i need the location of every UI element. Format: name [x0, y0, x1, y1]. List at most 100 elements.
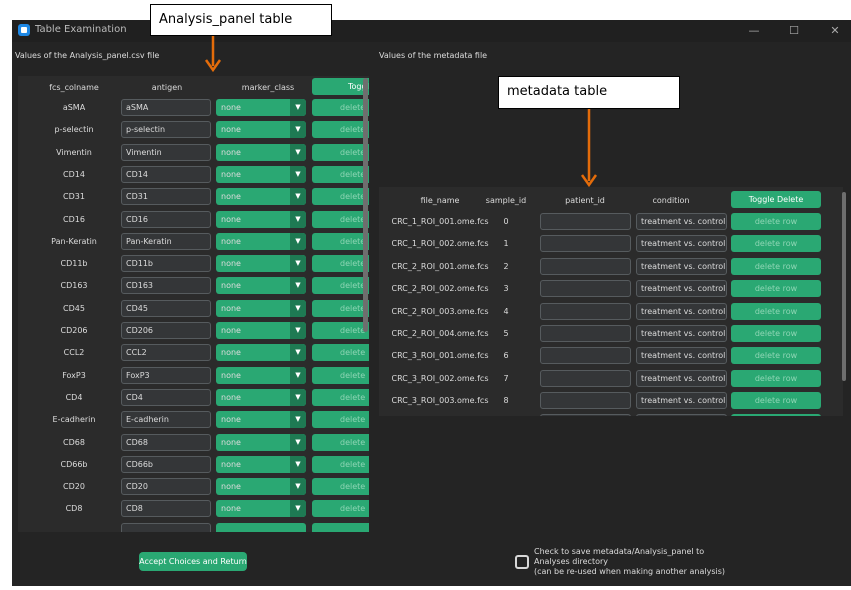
marker-class-dropdown[interactable]: none ▼ — [216, 299, 306, 317]
delete-row-button[interactable]: delete — [312, 210, 369, 228]
condition-entry[interactable]: treatment vs. control — [636, 213, 727, 230]
delete-row-button[interactable]: delete — [312, 344, 369, 362]
toggle-delete-button[interactable]: Toggle — [312, 78, 369, 95]
delete-row-button[interactable]: delete — [312, 277, 369, 295]
delete-row-button[interactable] — [731, 414, 821, 416]
marker-class-dropdown[interactable] — [216, 523, 306, 532]
condition-entry[interactable]: treatment vs. control — [636, 347, 727, 365]
antigen-entry[interactable]: CD20 — [121, 478, 211, 496]
marker-class-dropdown[interactable]: none ▼ — [216, 455, 306, 473]
delete-row-button[interactable]: delete row — [731, 213, 821, 230]
antigen-entry[interactable]: Vimentin — [121, 143, 211, 161]
marker-class-dropdown[interactable]: none ▼ — [216, 188, 306, 206]
antigen-entry[interactable]: CD68 — [121, 433, 211, 451]
condition-entry[interactable] — [636, 414, 727, 416]
delete-row-button[interactable]: delete — [312, 165, 369, 183]
maximize-button[interactable]: ☐ — [785, 22, 803, 39]
delete-row-button[interactable]: delete row — [731, 280, 821, 298]
patient-id-entry[interactable] — [540, 257, 631, 275]
condition-entry[interactable]: treatment vs. control — [636, 257, 727, 275]
condition-entry[interactable]: treatment vs. control — [636, 280, 727, 298]
patient-id-entry[interactable] — [540, 325, 631, 342]
analysis-panel-scrollbar[interactable] — [363, 78, 368, 332]
marker-class-dropdown[interactable]: none ▼ — [216, 322, 306, 339]
patient-id-entry[interactable] — [540, 414, 631, 416]
delete-row-button[interactable]: delete row — [731, 302, 821, 320]
marker-class-dropdown[interactable]: none ▼ — [216, 210, 306, 228]
marker-class-dropdown[interactable]: none ▼ — [216, 277, 306, 295]
patient-id-entry[interactable] — [540, 302, 631, 320]
delete-row-button[interactable]: delete — [312, 433, 369, 451]
patient-id-entry[interactable] — [540, 347, 631, 365]
condition-entry[interactable]: treatment vs. control — [636, 392, 727, 410]
delete-row-button[interactable]: delete — [312, 232, 369, 250]
delete-row-button[interactable]: delete row — [731, 235, 821, 253]
antigen-entry[interactable]: CD163 — [121, 277, 211, 295]
antigen-entry[interactable]: CCL2 — [121, 344, 211, 362]
antigen-entry[interactable]: CD14 — [121, 165, 211, 183]
antigen-entry[interactable]: p-selectin — [121, 121, 211, 139]
marker-class-dropdown[interactable]: none ▼ — [216, 500, 306, 518]
marker-class-dropdown[interactable]: none ▼ — [216, 344, 306, 362]
marker-class-dropdown[interactable]: none ▼ — [216, 121, 306, 139]
chevron-down-icon: ▼ — [290, 344, 306, 362]
accept-choices-button[interactable]: Accept Choices and Return — [139, 552, 247, 571]
delete-row-button[interactable]: delete — [312, 121, 369, 139]
delete-row-button[interactable]: delete — [312, 188, 369, 206]
delete-row-button[interactable]: delete — [312, 500, 369, 518]
antigen-entry[interactable]: aSMA — [121, 99, 211, 116]
delete-row-button[interactable]: delete row — [731, 257, 821, 275]
delete-row-button[interactable]: delete — [312, 99, 369, 116]
antigen-entry[interactable]: Pan-Keratin — [121, 232, 211, 250]
delete-row-button[interactable]: delete — [312, 255, 369, 273]
toggle-delete-button[interactable]: Toggle Delete — [731, 191, 821, 208]
delete-row-button[interactable]: delete — [312, 388, 369, 406]
minimize-button[interactable]: — — [745, 22, 763, 39]
marker-class-dropdown[interactable]: none ▼ — [216, 165, 306, 183]
delete-row-button[interactable]: delete — [312, 478, 369, 496]
antigen-entry[interactable]: CD45 — [121, 299, 211, 317]
delete-row-button[interactable]: delete — [312, 143, 369, 161]
save-to-analyses-checkbox[interactable] — [515, 555, 529, 569]
patient-id-entry[interactable] — [540, 392, 631, 410]
delete-row-button[interactable]: delete — [312, 455, 369, 473]
marker-class-dropdown[interactable]: none ▼ — [216, 143, 306, 161]
delete-row-button[interactable]: delete row — [731, 392, 821, 410]
condition-entry[interactable]: treatment vs. control — [636, 369, 727, 387]
antigen-entry[interactable]: CD11b — [121, 255, 211, 273]
condition-entry[interactable]: treatment vs. control — [636, 235, 727, 253]
antigen-entry[interactable]: E-cadherin — [121, 411, 211, 429]
delete-row-button[interactable]: delete — [312, 411, 369, 429]
delete-row-button[interactable]: delete — [312, 322, 369, 339]
antigen-entry[interactable]: CD16 — [121, 210, 211, 228]
antigen-entry[interactable]: CD66b — [121, 455, 211, 473]
marker-class-dropdown[interactable]: none ▼ — [216, 388, 306, 406]
antigen-entry[interactable]: CD4 — [121, 388, 211, 406]
delete-row-button[interactable] — [312, 523, 369, 532]
antigen-entry[interactable] — [121, 523, 211, 532]
marker-class-dropdown[interactable]: none ▼ — [216, 478, 306, 496]
close-button[interactable]: ✕ — [826, 22, 844, 39]
marker-class-dropdown[interactable]: none ▼ — [216, 99, 306, 116]
delete-row-button[interactable]: delete row — [731, 325, 821, 342]
patient-id-entry[interactable] — [540, 280, 631, 298]
delete-row-button[interactable]: delete row — [731, 347, 821, 365]
delete-row-button[interactable]: delete — [312, 299, 369, 317]
patient-id-entry[interactable] — [540, 369, 631, 387]
condition-entry[interactable]: treatment vs. control — [636, 302, 727, 320]
marker-class-dropdown[interactable]: none ▼ — [216, 232, 306, 250]
antigen-entry[interactable]: CD8 — [121, 500, 211, 518]
marker-class-dropdown[interactable]: none ▼ — [216, 433, 306, 451]
antigen-entry[interactable]: CD31 — [121, 188, 211, 206]
antigen-entry[interactable]: FoxP3 — [121, 366, 211, 384]
antigen-entry[interactable]: CD206 — [121, 322, 211, 339]
marker-class-dropdown[interactable]: none ▼ — [216, 411, 306, 429]
delete-row-button[interactable]: delete — [312, 366, 369, 384]
marker-class-dropdown[interactable]: none ▼ — [216, 255, 306, 273]
patient-id-entry[interactable] — [540, 213, 631, 230]
condition-entry[interactable]: treatment vs. control — [636, 325, 727, 342]
metadata-scrollbar[interactable] — [842, 192, 846, 381]
marker-class-dropdown[interactable]: none ▼ — [216, 366, 306, 384]
patient-id-entry[interactable] — [540, 235, 631, 253]
delete-row-button[interactable]: delete row — [731, 369, 821, 387]
